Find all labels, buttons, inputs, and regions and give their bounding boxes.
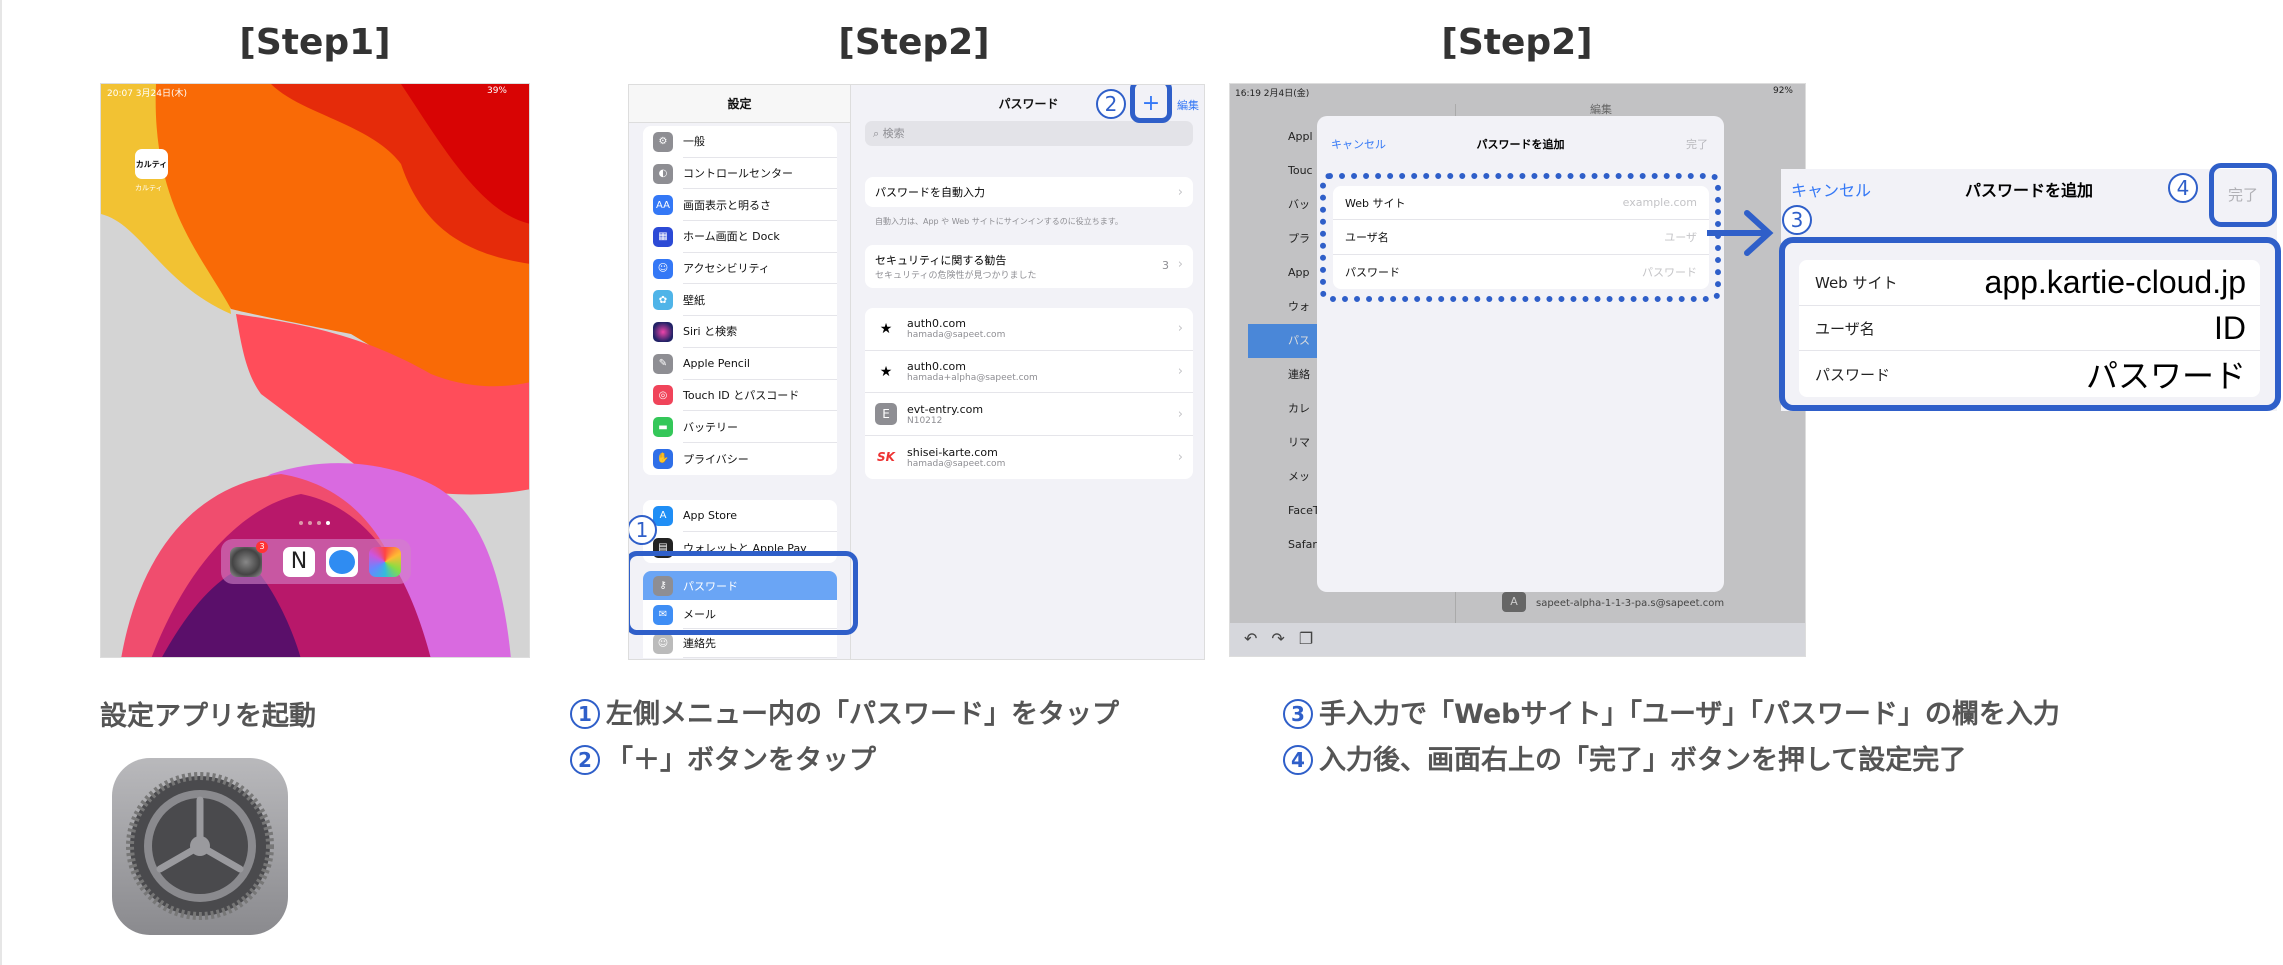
sidebar-item-apple-pencil[interactable]: ✎ Apple Pencil (643, 348, 837, 380)
sidebar-item-touch-id[interactable]: ◎ Touch ID とパスコード (643, 380, 837, 412)
sidebar-item-privacy[interactable]: ✋ プライバシー (643, 443, 837, 475)
letter-e-icon: E (875, 403, 897, 426)
arrow-right-icon (1707, 210, 1774, 256)
status-time: 20:07 3月24日(木) (107, 89, 187, 99)
flower-icon: ✿ (653, 290, 673, 311)
gear-icon: ⚙ (653, 131, 673, 152)
website-field[interactable]: Web サイト app.kartie-cloud.jp (1799, 260, 2260, 306)
hand-icon: ✋ (653, 448, 673, 469)
battery-icon: ▬ (653, 417, 673, 438)
karte-app-icon[interactable]: カルティ (135, 149, 168, 179)
notion-icon[interactable]: N (283, 547, 315, 577)
password-field[interactable]: パスワード パスワード (1799, 351, 2260, 397)
edit-button[interactable]: 編集 (1177, 97, 1199, 113)
step3-caption-1: 3 手入力で「Webサイト」「ユーザ」「パスワード」の欄を入力 (1283, 692, 2060, 731)
karte-app-label: カルティ (135, 184, 163, 192)
sidebar-item-siri[interactable]: Siri と検索 (643, 316, 837, 348)
chevron-right-icon: › (1177, 364, 1183, 380)
highlight-passwords (629, 551, 858, 635)
safari-icon[interactable] (326, 547, 358, 577)
clipboard-icon[interactable]: ❐ (1299, 629, 1327, 648)
sidebar-item-wallpaper[interactable]: ✿ 壁紙 (643, 284, 837, 317)
sidebar-item-display[interactable]: AA 画面表示と明るさ (643, 189, 837, 222)
done-button[interactable]: 完了 (2209, 163, 2277, 227)
step2-settings-screenshot: 設定 ⚙ 一般 ◐ コントロールセンター AA 画面表示と明るさ ▦ ホーム画面と Do… (628, 84, 1205, 660)
text-size-icon: AA (653, 195, 673, 216)
chevron-right-icon: › (1177, 184, 1183, 200)
accessibility-icon: ☺ (653, 258, 673, 279)
chevron-right-icon: › (1177, 449, 1183, 465)
highlight-add-button (1130, 85, 1172, 123)
status-battery: 39% (486, 86, 507, 96)
page-dots[interactable] (299, 521, 330, 525)
step3-add-password-screenshot: 16:19 2月4日(金) 92% Appl Touc バッ プラ App ウォ パス 連絡カ… (1229, 83, 1806, 657)
sidebar-item-general[interactable]: ⚙ 一般 (643, 126, 837, 158)
auth0-icon: ★ (879, 320, 893, 337)
step3-title: [Step2] (1441, 22, 1593, 63)
highlight-form-dotted (1320, 173, 1721, 302)
sidebar-item-home-dock[interactable]: ▦ ホーム画面と Dock (643, 221, 837, 253)
search-input[interactable]: ⌕ 検索 (865, 121, 1193, 146)
accounts-list: ★ auth0.com hamada@sapeet.com › ★ auth0.com h… (865, 308, 1193, 479)
step1-caption: 設定アプリを起動 (100, 701, 316, 732)
sidebar-item-app-store[interactable]: A App Store (643, 500, 837, 532)
sidebar-title: 設定 (629, 85, 850, 123)
status-battery: 92% (1772, 86, 1793, 96)
grid-icon: ▦ (653, 226, 673, 247)
dimmed-account: sapeet-alpha-1-1-3-pa.s@sapeet.com (1536, 598, 1725, 609)
username-field[interactable]: ユーザ名 ID (1799, 306, 2260, 352)
bottom-toolbar: ↶↷❐ (1230, 623, 1805, 656)
step3-caption-2: 4 入力後、画面右上の「完了」ボタンを押して設定完了 (1283, 738, 1966, 777)
step1-title: [Step1] (239, 22, 391, 63)
marker-2: 2 (1096, 89, 1126, 119)
search-icon: ⌕ (873, 127, 883, 140)
step2-title: [Step2] (838, 22, 990, 63)
settings-group-1: ⚙ 一般 ◐ コントロールセンター AA 画面表示と明るさ ▦ ホーム画面と Dock … (643, 126, 837, 475)
security-count: 3 (1162, 259, 1169, 272)
pencil-icon: ✎ (653, 353, 673, 374)
cancel-button[interactable]: キャンセル (1331, 136, 1386, 152)
chevron-right-icon: › (1177, 321, 1183, 337)
dimmed-edit: 編集 (1590, 103, 1612, 116)
marker-4: 4 (2168, 173, 2198, 203)
step1-homescreen-screenshot: 20:07 3月24日(木) 39% カルティ カルティ 3 N (100, 83, 530, 658)
account-row[interactable]: ★ auth0.com hamada@sapeet.com › (865, 308, 1193, 351)
filled-form-popup: キャンセル パスワードを追加 完了 4 3 Web サイト app.kartie-… (1779, 163, 2281, 411)
filled-form: Web サイト app.kartie-cloud.jp ユーザ名 ID パスワードパ… (1799, 260, 2260, 397)
sidebar-item-accessibility[interactable]: ☺ アクセシビリティ (643, 253, 837, 285)
auth0-icon: ★ (879, 363, 893, 380)
settings-app-icon (112, 758, 288, 935)
toggle-icon: ◐ (653, 163, 673, 184)
dock: 3 N (221, 539, 411, 584)
sidebar-item-control-center[interactable]: ◐ コントロールセンター (643, 158, 837, 190)
redo-icon[interactable]: ↷ (1271, 629, 1298, 648)
account-row[interactable]: Eevt-entry.com N10212 › (865, 393, 1193, 437)
status-time: 16:19 2月4日(金) (1235, 89, 1310, 99)
chevron-right-icon: › (1177, 257, 1183, 272)
photos-icon[interactable] (369, 547, 401, 577)
badge: 3 (256, 541, 268, 553)
autofill-note: 自動入力は、App や Web サイトにサインインするのに役立ちます。 (875, 217, 1123, 226)
chevron-right-icon: › (1177, 406, 1183, 422)
sk-logo-icon: SK (877, 450, 895, 465)
dimmed-account-icon: A (1502, 592, 1526, 612)
autofill-row[interactable]: パスワードを自動入力 › (865, 177, 1193, 207)
marker-1: 1 (629, 515, 657, 545)
step2-caption-1: 1 左側メニュー内の「パスワード」をタップ (570, 692, 1119, 731)
sidebar-item-battery[interactable]: ▬ バッテリー (643, 411, 837, 443)
done-button[interactable]: 完了 (1686, 136, 1708, 152)
siri-icon (653, 321, 673, 342)
account-row[interactable]: SK shisei-karte.com hamada@sapeet.com › (865, 436, 1193, 479)
cancel-button[interactable]: キャンセル (1791, 177, 1871, 201)
marker-3: 3 (1782, 205, 1812, 235)
contacts-icon: ☺ (653, 633, 673, 654)
add-password-modal: キャンセル パスワードを追加 完了 Web サイト example.com ユーザ… (1317, 116, 1724, 592)
security-recommendations-row[interactable]: セキュリティに関する勧告 セキュリティの危険性が見つかりました 3 › (865, 245, 1193, 288)
app-store-icon: A (653, 505, 673, 526)
fingerprint-icon: ◎ (653, 385, 673, 406)
undo-icon[interactable]: ↶ (1244, 629, 1271, 648)
step2-caption-2: 2 「＋」ボタンをタップ (570, 738, 876, 777)
account-row[interactable]: ★ auth0.com hamada+alpha@sapeet.com › (865, 351, 1193, 394)
